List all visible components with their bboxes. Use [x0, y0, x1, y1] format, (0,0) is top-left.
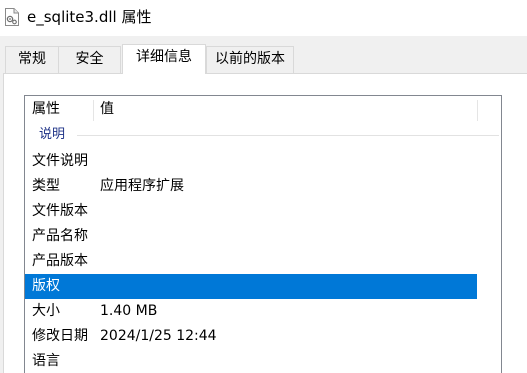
table-row[interactable]: 类型 应用程序扩展 — [25, 174, 477, 199]
properties-dialog: e_sqlite3.dll 属性 常规 安全 详细信息 以前的版本 属性 值 说… — [0, 0, 527, 373]
value-cell: 应用程序扩展 — [100, 178, 184, 194]
property-cell: 文件版本 — [32, 203, 88, 219]
tab-label: 安全 — [75, 51, 104, 67]
column-header-property-label: 属性 — [32, 101, 60, 117]
property-cell: 修改日期 — [32, 328, 88, 344]
property-cell: 大小 — [32, 303, 60, 319]
value-cell: 1.40 MB — [100, 303, 158, 319]
title-bar[interactable]: e_sqlite3.dll 属性 — [0, 0, 527, 36]
property-cell: 产品版本 — [32, 253, 88, 269]
table-row-selected[interactable]: 版权 — [25, 274, 477, 299]
tab-security[interactable]: 安全 — [58, 46, 121, 73]
property-cell: 文件说明 — [32, 153, 88, 169]
table-row[interactable]: 产品名称 — [25, 224, 477, 249]
table-row[interactable]: 产品版本 — [25, 249, 477, 274]
group-divider-line — [77, 135, 499, 136]
table-row[interactable]: 修改日期 2024/1/25 12:44 — [25, 324, 477, 349]
tab-label: 常规 — [18, 51, 46, 67]
table-row[interactable]: 大小 1.40 MB — [25, 299, 477, 324]
value-cell: 2024/1/25 12:44 — [100, 328, 217, 344]
tab-details[interactable]: 详细信息 — [122, 44, 206, 74]
tab-previous-versions[interactable]: 以前的版本 — [206, 46, 294, 73]
column-header-value-label: 值 — [100, 101, 114, 117]
property-cell: 语言 — [32, 353, 60, 369]
table-row[interactable]: 文件说明 — [25, 149, 477, 174]
tab-general[interactable]: 常规 — [5, 46, 59, 73]
group-label: 说明 — [39, 127, 66, 142]
dll-file-icon — [5, 8, 19, 26]
property-cell: 版权 — [32, 278, 60, 294]
details-list[interactable]: 属性 值 说明 文件说明 类型 应用程序扩展 文件版本 产品名称 产品版本 版权… — [24, 95, 502, 373]
property-cell: 类型 — [32, 178, 60, 194]
list-header: 属性 值 — [25, 96, 501, 123]
property-cell: 产品名称 — [32, 228, 88, 244]
group-header-description[interactable]: 说明 — [25, 123, 501, 147]
table-row[interactable]: 语言 — [25, 349, 477, 373]
tab-label: 以前的版本 — [215, 51, 285, 67]
column-divider[interactable] — [477, 100, 478, 121]
column-header-property[interactable]: 属性 — [25, 96, 93, 123]
column-header-value[interactable]: 值 — [93, 96, 477, 123]
tab-strip: 常规 安全 详细信息 以前的版本 — [0, 36, 527, 74]
window-title: e_sqlite3.dll 属性 — [27, 8, 152, 26]
table-row[interactable]: 文件版本 — [25, 199, 477, 224]
tab-label: 详细信息 — [136, 49, 192, 65]
